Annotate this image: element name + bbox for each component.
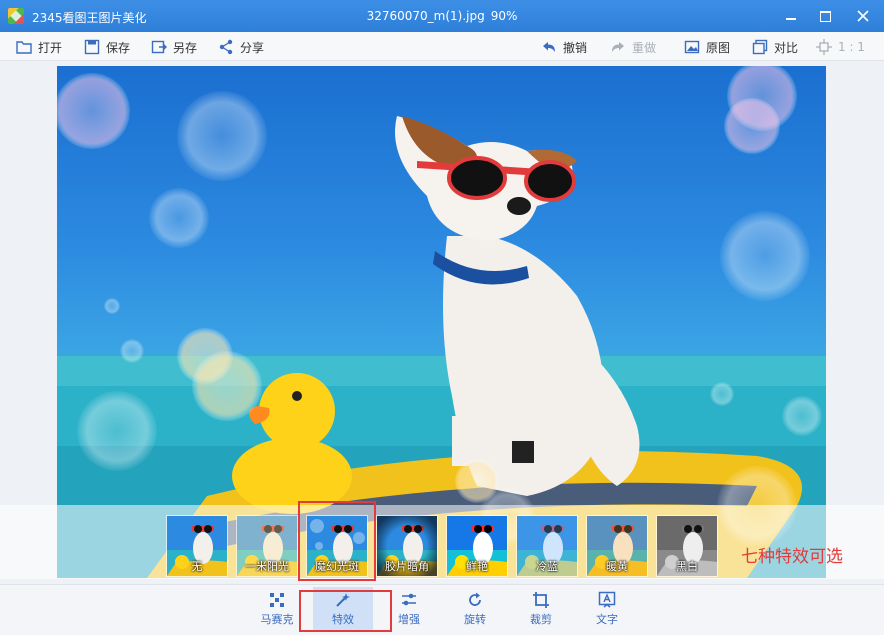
crop-icon [533, 592, 549, 608]
compare-icon [752, 39, 768, 55]
original-label: 原图 [706, 40, 731, 55]
maximize-button[interactable] [810, 4, 840, 28]
close-button[interactable] [848, 4, 878, 28]
mosaic-tool[interactable]: 马赛克 [247, 587, 307, 631]
mosaic-label: 马赛克 [260, 613, 294, 626]
save-label: 保存 [106, 40, 131, 55]
enhance-label: 增强 [398, 613, 420, 626]
filter-thumb-cool-blue[interactable]: 冷蓝 [516, 515, 578, 577]
crop-tool[interactable]: 裁剪 [511, 587, 571, 631]
share-icon [219, 39, 233, 55]
filter-thumb-black-white[interactable]: 黑白 [656, 515, 718, 577]
filter-thumb-film-vignette[interactable]: 胶片暗角 [376, 515, 438, 577]
mosaic-icon [270, 593, 284, 607]
filter-label: 冷蓝 [536, 560, 558, 573]
text-label: 文字 [596, 613, 618, 626]
minimize-icon [786, 18, 796, 20]
sliders-icon [402, 593, 416, 606]
undo-button[interactable]: 撤销 [541, 38, 587, 56]
effects-label: 特效 [332, 613, 354, 626]
save-as-icon [151, 40, 167, 54]
open-label: 打开 [38, 40, 63, 55]
save-as-label: 另存 [173, 40, 198, 55]
original-button[interactable]: 原图 [684, 38, 730, 56]
undo-label: 撤销 [563, 40, 588, 55]
close-icon [857, 10, 869, 22]
top-toolbar: 打开 保存 另存 分享 撤销 重做 原图 对比 1 : 1 [0, 32, 884, 61]
enhance-tool[interactable]: 增强 [379, 587, 439, 631]
filter-thumb-none[interactable]: 无 [166, 515, 228, 577]
title-bar: 2345看图王图片美化 32760070_m(1).jpg 90% [0, 0, 884, 32]
bottom-toolbar: 马赛克 特效 增强 旋转 裁剪 文字 [0, 584, 884, 635]
save-icon [84, 39, 100, 55]
filter-thumb-vivid[interactable]: 鲜艳 [446, 515, 508, 577]
fit-size-icon [816, 39, 832, 55]
compare-label: 对比 [774, 40, 799, 55]
filter-thumb-warm-yellow[interactable]: 暖黄 [586, 515, 648, 577]
filter-label: 胶片暗角 [385, 560, 429, 573]
rotate-tool[interactable]: 旋转 [445, 587, 505, 631]
filter-thumb-sunshine[interactable]: 一米阳光 [236, 515, 298, 577]
text-icon [598, 591, 616, 608]
photo-illustration [57, 66, 826, 578]
minimize-button[interactable] [776, 4, 806, 28]
file-name: 32760070_m(1).jpg [366, 9, 485, 23]
redo-icon [612, 42, 624, 52]
filter-label: 无 [191, 560, 203, 573]
maximize-icon [819, 10, 831, 22]
filter-label: 黑白 [676, 560, 698, 573]
redo-button[interactable]: 重做 [610, 38, 656, 56]
folder-icon [16, 41, 32, 54]
zoom-level: 90% [490, 9, 518, 23]
filter-label: 鲜艳 [466, 560, 488, 573]
effects-tool[interactable]: 特效 [313, 587, 373, 631]
share-button[interactable]: 分享 [218, 38, 264, 56]
filter-label: 一米阳光 [245, 560, 289, 573]
annotation-text: 七种特效可选 [741, 547, 843, 567]
open-button[interactable]: 打开 [16, 38, 62, 56]
undo-icon [543, 42, 555, 52]
text-tool[interactable]: 文字 [577, 587, 637, 631]
filter-label: 暖黄 [606, 560, 628, 573]
magic-wand-icon [336, 593, 350, 607]
rotate-icon [469, 592, 481, 606]
filter-thumb-magic-bokeh[interactable]: 魔幻光斑 [306, 515, 368, 577]
edited-photo [57, 66, 826, 578]
redo-label: 重做 [632, 40, 657, 55]
compare-button[interactable]: 对比 [752, 38, 798, 56]
save-button[interactable]: 保存 [84, 38, 130, 56]
save-as-button[interactable]: 另存 [151, 38, 197, 56]
filter-label: 魔幻光斑 [315, 560, 359, 573]
rotate-label: 旋转 [464, 613, 486, 626]
actual-size-button[interactable]: 1 : 1 [816, 38, 865, 56]
ratio-label: 1 : 1 [838, 40, 865, 54]
crop-label: 裁剪 [530, 613, 552, 626]
document-title: 32760070_m(1).jpg 90% [0, 9, 884, 23]
image-icon [684, 40, 700, 54]
share-label: 分享 [240, 40, 265, 55]
